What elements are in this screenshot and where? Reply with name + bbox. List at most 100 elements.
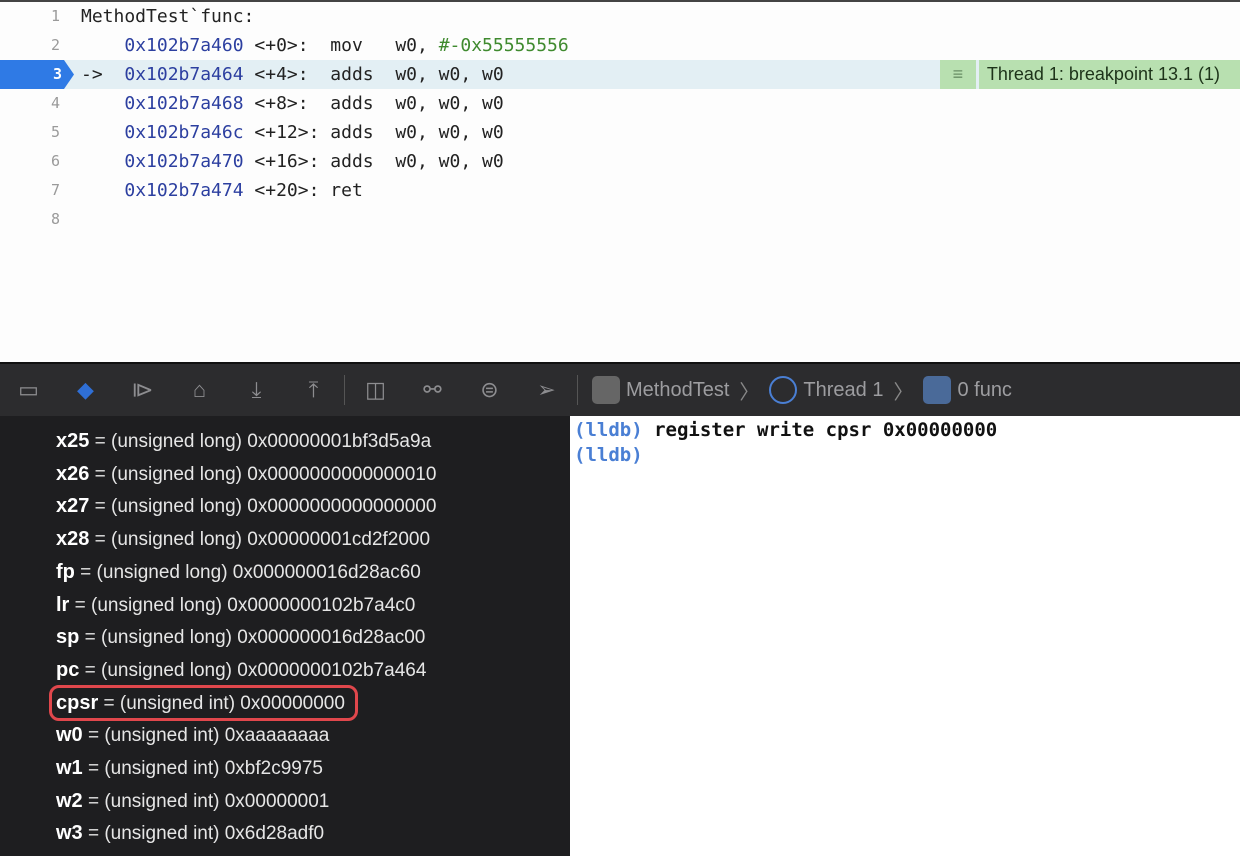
breadcrumb-item[interactable]: Thread 1	[803, 379, 883, 402]
register-row[interactable]: cpsr = (unsigned int) 0x00000000	[49, 684, 358, 721]
register-value: = (unsigned long) 0x0000000102b7a4c0	[69, 594, 416, 616]
line-number[interactable]: 7	[0, 176, 62, 205]
register-row[interactable]: lr = (unsigned long) 0x0000000102b7a4c0	[56, 590, 415, 620]
line-number[interactable]: 8	[0, 205, 62, 234]
view-hierarchy-icon[interactable]: ◫	[347, 377, 404, 403]
lldb-prompt: (lldb)	[574, 419, 643, 441]
line-number[interactable]: 1	[0, 2, 62, 31]
console-line: (lldb)	[574, 443, 1236, 468]
environment-overrides-icon[interactable]: ⊜	[461, 377, 518, 403]
offset: <+12>:	[254, 122, 320, 143]
simulate-location-icon[interactable]: ➢	[518, 377, 575, 403]
register-row[interactable]: w3 = (unsigned int) 0x6d28adf0	[56, 818, 324, 848]
register-name: x28	[56, 528, 90, 551]
register-value: = (unsigned int) 0x00000001	[82, 790, 330, 812]
opcode: adds	[330, 64, 396, 85]
variables-view[interactable]: x25 = (unsigned long) 0x00000001bf3d5a9a…	[0, 416, 570, 856]
line-number[interactable]: 3	[0, 60, 74, 89]
register-value: = (unsigned int) 0x6d28adf0	[82, 823, 325, 845]
register-row[interactable]: x28 = (unsigned long) 0x00000001cd2f2000	[56, 524, 430, 554]
register-value: = (unsigned int) 0xbf2c9975	[82, 758, 323, 779]
instruction: 0x102b7a46c <+12>: adds w0, w0, w0	[81, 118, 503, 147]
register-name: lr	[56, 593, 70, 616]
line-number[interactable]: 5	[0, 118, 62, 147]
jump-bar: MethodTest 〉 Thread 1 〉 0 func	[592, 376, 1012, 405]
instruction: 0x102b7a464 <+4>: adds w0, w0, w0	[81, 60, 503, 89]
step-out-icon[interactable]: ⤒	[285, 377, 342, 403]
register-row[interactable]: x25 = (unsigned long) 0x00000001bf3d5a9a	[56, 426, 431, 456]
memory-graph-icon[interactable]: ⚯	[404, 377, 461, 403]
register-row[interactable]: w2 = (unsigned int) 0x00000001	[56, 786, 329, 816]
code-line: 4 0x102b7a468 <+8>: adds w0, w0, w0	[0, 89, 1240, 118]
opcode: adds	[330, 122, 396, 143]
code-line: 3 0x102b7a464 <+4>: adds w0, w0, w0 -> ≡ Th…	[0, 60, 1240, 89]
register-value: = (unsigned long) 0x00000001cd2f2000	[89, 529, 431, 551]
breadcrumb-item[interactable]: 0 func	[957, 379, 1011, 402]
line-number[interactable]: 6	[0, 147, 62, 176]
register-name: w3	[56, 822, 83, 845]
code-line: 8	[0, 205, 1240, 234]
padding	[309, 93, 331, 114]
register-row[interactable]: x26 = (unsigned long) 0x0000000000000010	[56, 459, 436, 489]
register-name: sp	[56, 626, 80, 649]
operands: w0,	[395, 35, 439, 56]
frame-icon	[923, 376, 952, 404]
padding	[319, 180, 330, 201]
step-into-icon[interactable]: ⤓	[228, 377, 285, 403]
code-line: 2 0x102b7a460 <+0>: mov w0, #-0x55555556	[0, 31, 1240, 60]
opcode: adds	[330, 93, 396, 114]
register-value: = (unsigned long) 0x0000000000000010	[89, 463, 437, 485]
toolbar-separator	[344, 375, 345, 405]
register-row[interactable]: w1 = (unsigned int) 0xbf2c9975	[56, 753, 323, 783]
chevron-right-icon: 〉	[739, 381, 760, 404]
padding	[319, 151, 330, 172]
app-icon	[592, 376, 620, 404]
register-value: = (unsigned long) 0x000000016d28ac60	[74, 561, 421, 583]
instruction: 0x102b7a474 <+20>: ret	[81, 176, 362, 205]
address: 0x102b7a46c	[124, 122, 244, 143]
opcode: adds	[330, 151, 396, 172]
code-line: 7 0x102b7a474 <+20>: ret	[0, 176, 1240, 205]
console-line: (lldb) register write cpsr 0x00000000	[574, 418, 1236, 443]
address: 0x102b7a460	[124, 35, 244, 56]
register-value: = (unsigned long) 0x0000000000000000	[89, 496, 437, 518]
lldb-console[interactable]: (lldb) register write cpsr 0x00000000 (ll…	[570, 416, 1240, 856]
register-name: pc	[56, 658, 80, 681]
register-name: fp	[56, 560, 75, 583]
register-value: = (unsigned long) 0x0000000102b7a464	[79, 659, 427, 681]
operands: w0, w0, w0	[395, 93, 504, 114]
breakpoints-toggle-icon[interactable]: ◆	[57, 377, 114, 403]
register-value: = (unsigned long) 0x000000016d28ac00	[79, 627, 426, 649]
register-name: x27	[56, 495, 90, 518]
register-row[interactable]: pc = (unsigned long) 0x0000000102b7a464	[56, 655, 426, 685]
padding	[319, 122, 330, 143]
register-row[interactable]: w0 = (unsigned int) 0xaaaaaaaa	[56, 720, 329, 750]
immediate: #-0x55555556	[438, 35, 569, 56]
register-row[interactable]: sp = (unsigned long) 0x000000016d28ac00	[56, 622, 425, 652]
line-number[interactable]: 4	[0, 89, 62, 118]
disassembly-editor[interactable]: 1 MethodTest`func: 2 0x102b7a460 <+0>: mov…	[0, 0, 1240, 362]
address: 0x102b7a470	[124, 151, 244, 172]
address: 0x102b7a464	[124, 64, 244, 85]
register-name: x26	[56, 462, 90, 485]
debug-toolbar: ▭ ◆ ⧐ ⌂ ⤓ ⤒ ◫ ⚯ ⊜ ➢ MethodTest 〉 Thread 1 〉 0 func	[0, 362, 1240, 416]
toolbar-separator	[577, 375, 578, 405]
hide-debug-area-icon[interactable]: ▭	[0, 377, 57, 403]
breakpoint-annotation[interactable]: ≡ Thread 1: breakpoint 13.1 (1)	[939, 60, 1240, 89]
register-row[interactable]: fp = (unsigned long) 0x000000016d28ac60	[56, 557, 421, 587]
padding	[309, 35, 331, 56]
code-line: 1 MethodTest`func:	[0, 2, 1240, 31]
line-number[interactable]: 2	[0, 31, 62, 60]
address: 0x102b7a474	[124, 180, 244, 201]
register-name: w0	[56, 724, 83, 747]
register-row[interactable]: x27 = (unsigned long) 0x0000000000000000	[56, 491, 436, 521]
menu-icon[interactable]: ≡	[939, 60, 976, 89]
offset: <+20>:	[254, 180, 320, 201]
chevron-right-icon: 〉	[893, 381, 914, 404]
continue-icon[interactable]: ⧐	[114, 377, 171, 403]
step-over-icon[interactable]: ⌂	[171, 377, 228, 403]
lldb-prompt: (lldb)	[574, 444, 643, 466]
instruction: 0x102b7a460 <+0>: mov w0, #-0x55555556	[81, 31, 569, 60]
instruction: MethodTest`func:	[81, 2, 254, 31]
breadcrumb-item[interactable]: MethodTest	[626, 379, 729, 402]
